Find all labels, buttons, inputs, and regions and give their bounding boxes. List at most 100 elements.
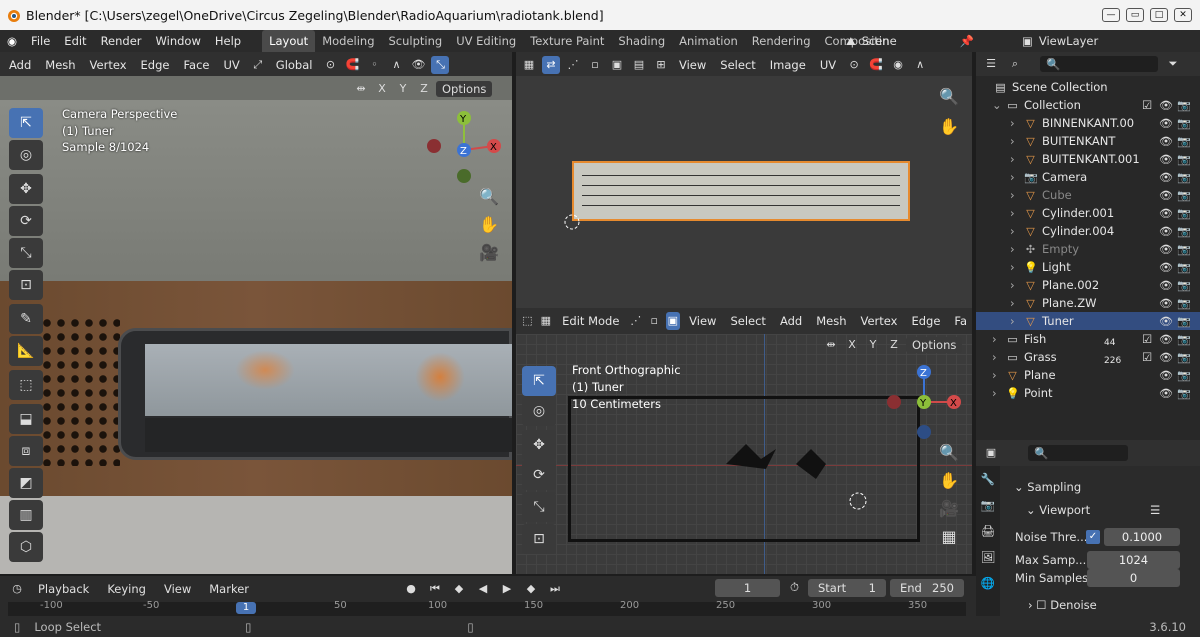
play-icon[interactable]: ▶: [498, 580, 516, 598]
menu-view[interactable]: View: [684, 314, 721, 328]
add-cube-tool-button[interactable]: ⬚: [9, 370, 43, 400]
select-tool-button[interactable]: ⇱: [9, 108, 43, 138]
visibility-icon[interactable]: 👁: [409, 56, 427, 74]
menu-mesh[interactable]: Mesh: [40, 58, 80, 72]
render-camera-icon[interactable]: 📷: [1177, 369, 1191, 382]
uv-menu-uv[interactable]: UV: [815, 58, 841, 72]
menu-select[interactable]: Select: [725, 314, 770, 328]
menu-uv[interactable]: UV: [218, 58, 244, 72]
expand-arrow-icon[interactable]: ›: [1010, 278, 1015, 292]
sticky-select-icon[interactable]: ⊞: [652, 56, 670, 74]
outliner-row-cylinder-004[interactable]: › ▽ Cylinder.004 👁 📷: [976, 222, 1200, 240]
expand-arrow-icon[interactable]: ⌄: [992, 98, 1002, 112]
expand-arrow-icon[interactable]: ›: [992, 350, 997, 364]
expand-arrow-icon[interactable]: ›: [1010, 296, 1015, 310]
face-select-icon[interactable]: ▣: [608, 56, 626, 74]
zoom-icon[interactable]: 🔍: [936, 440, 962, 466]
next-keyframe-icon[interactable]: ◆: [522, 580, 540, 598]
scene-selector[interactable]: ⛰ Scene 📌: [846, 31, 974, 51]
jump-end-icon[interactable]: ⏭: [546, 580, 564, 598]
view-layer-tab-icon[interactable]: 🖼: [976, 544, 1000, 570]
min-samples-field[interactable]: 0: [1087, 569, 1180, 587]
falloff-icon[interactable]: ∧: [911, 56, 929, 74]
transform-tool-button[interactable]: ⊡: [9, 270, 43, 300]
noise-threshold-field[interactable]: 0.1000: [1104, 528, 1180, 546]
tab-texture-paint[interactable]: Texture Paint: [523, 30, 611, 52]
viewport-subsection-header[interactable]: ⌄ Viewport: [1026, 503, 1090, 517]
tab-modeling[interactable]: Modeling: [315, 30, 381, 52]
render-camera-icon[interactable]: 📷: [1177, 261, 1191, 274]
render-camera-icon[interactable]: 📷: [1177, 99, 1191, 112]
filter-icon[interactable]: ⏷: [1164, 55, 1182, 73]
mode-dropdown[interactable]: Edit Mode: [557, 314, 624, 328]
scene-tab-icon[interactable]: 🌐: [976, 570, 1000, 596]
gizmo-neg-x-axis[interactable]: [887, 395, 901, 409]
menu-edge[interactable]: Edge: [906, 314, 945, 328]
cursor-tool-button[interactable]: ◎: [9, 140, 43, 170]
list-icon[interactable]: ☰: [1150, 503, 1160, 517]
outliner-editor-icon[interactable]: ☰: [982, 55, 1000, 73]
mirror-icon[interactable]: ⇹: [352, 80, 370, 98]
current-frame-marker[interactable]: 1: [236, 602, 256, 614]
outliner-row-cylinder-001[interactable]: › ▽ Cylinder.001 👁 📷: [976, 204, 1200, 222]
render-camera-icon[interactable]: 📷: [1177, 351, 1191, 364]
outliner-row-buitenkant[interactable]: › ▽ BUITENKANT 👁 📷: [976, 132, 1200, 150]
render-camera-icon[interactable]: 📷: [1177, 207, 1191, 220]
editor-type-icon[interactable]: ⬚: [520, 312, 535, 330]
expand-arrow-icon[interactable]: ›: [1010, 206, 1015, 220]
exclude-checkbox[interactable]: ☑: [1142, 98, 1152, 112]
snap-icon[interactable]: 🧲: [343, 56, 361, 74]
tab-rendering[interactable]: Rendering: [745, 30, 818, 52]
grid-view-icon[interactable]: ▦: [936, 524, 962, 550]
render-camera-icon[interactable]: 📷: [1177, 333, 1191, 346]
snap-icon[interactable]: 🧲: [867, 56, 885, 74]
menu-edit[interactable]: Edit: [57, 34, 93, 48]
outliner-row-plane-002[interactable]: › ▽ Plane.002 👁 📷: [976, 276, 1200, 294]
menu-keying[interactable]: Keying: [101, 582, 152, 596]
outliner-row-point[interactable]: › 💡 Point 👁 📷: [976, 384, 1200, 402]
menu-view[interactable]: View: [158, 582, 197, 596]
outliner-row-scene-collection[interactable]: ▤ Scene Collection: [976, 78, 1200, 96]
vertex-select-icon[interactable]: ⋰: [628, 312, 643, 330]
menu-help[interactable]: Help: [208, 34, 248, 48]
expand-arrow-icon[interactable]: ›: [1010, 260, 1015, 274]
menu-edge[interactable]: Edge: [136, 58, 175, 72]
menu-face[interactable]: Face: [178, 58, 214, 72]
left-3d-viewport[interactable]: Camera Perspective (1) Tuner Sample 8/10…: [0, 76, 512, 574]
cursor-tool-button[interactable]: ◎: [522, 396, 556, 426]
render-camera-icon[interactable]: 📷: [1177, 279, 1191, 292]
noise-threshold-checkbox[interactable]: ✓: [1086, 530, 1100, 544]
gizmo-neg-y-axis[interactable]: [457, 169, 471, 183]
menu-render[interactable]: Render: [94, 34, 149, 48]
sampling-section-header[interactable]: ⌄ Sampling: [1014, 480, 1081, 494]
render-camera-icon[interactable]: 📷: [1177, 153, 1191, 166]
start-frame-field[interactable]: Start 1: [808, 579, 886, 597]
menu-vertex[interactable]: Vertex: [85, 58, 132, 72]
visibility-eye-icon[interactable]: 👁: [1159, 387, 1173, 400]
mirror-y-toggle[interactable]: Y: [394, 80, 412, 98]
expand-arrow-icon[interactable]: ›: [1010, 242, 1015, 256]
annotate-tool-button[interactable]: ✎: [9, 304, 43, 334]
mirror-x-toggle[interactable]: X: [843, 336, 861, 354]
xray-icon[interactable]: ⤡: [431, 56, 450, 74]
tab-uv-editing[interactable]: UV Editing: [449, 30, 523, 52]
face-select-icon[interactable]: ▣: [665, 312, 681, 330]
visibility-eye-icon[interactable]: 👁: [1159, 369, 1173, 382]
render-camera-icon[interactable]: 📷: [1177, 189, 1191, 202]
denoise-section-header[interactable]: › ☐ Denoise: [1028, 598, 1097, 612]
scale-tool-button[interactable]: ⤡: [9, 238, 43, 268]
maximize-button[interactable]: □: [1150, 8, 1168, 22]
exclude-checkbox[interactable]: ☑: [1142, 350, 1152, 364]
expand-arrow-icon[interactable]: ›: [1010, 134, 1015, 148]
tool-tab-icon[interactable]: 🔧: [976, 466, 1000, 492]
bevel-tool-button[interactable]: ◩: [9, 468, 43, 498]
visibility-eye-icon[interactable]: 👁: [1159, 99, 1173, 112]
expand-arrow-icon[interactable]: ›: [1010, 314, 1015, 328]
view-layer-selector[interactable]: ▣ ViewLayer: [1022, 31, 1200, 51]
rotate-tool-button[interactable]: ⟳: [9, 206, 43, 236]
proportional-edit-icon[interactable]: ◦: [365, 56, 383, 74]
transform-orientation-dropdown[interactable]: Global: [271, 58, 318, 72]
expand-arrow-icon[interactable]: ›: [992, 386, 997, 400]
edge-select-icon[interactable]: ▫: [647, 312, 662, 330]
menu-playback[interactable]: Playback: [32, 582, 95, 596]
